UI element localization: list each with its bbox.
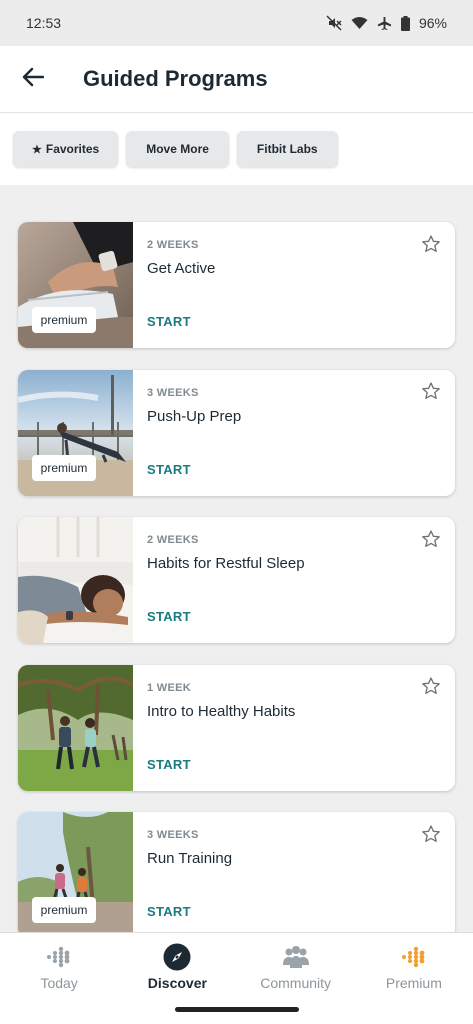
program-duration: 2 WEEKS: [147, 239, 199, 251]
community-icon: [281, 942, 311, 972]
start-button[interactable]: START: [147, 757, 191, 772]
compass-icon: [162, 942, 192, 972]
filter-chip-label: Fitbit Labs: [256, 142, 318, 156]
filter-chip-favorites[interactable]: ★ Favorites: [13, 131, 119, 167]
filter-chip-label: Move More: [146, 142, 209, 156]
premium-badge: premium: [32, 307, 96, 333]
program-image: [18, 664, 133, 791]
program-card-habits-for-restful-sleep[interactable]: 2 WEEKS Habits for Restful Sleep START: [18, 517, 455, 643]
airplane-icon: [377, 16, 392, 31]
arrow-back-icon: [22, 67, 45, 92]
favorite-toggle[interactable]: [419, 234, 443, 258]
filter-chip-move-more[interactable]: Move More: [126, 131, 229, 167]
favorite-toggle[interactable]: [419, 382, 443, 406]
program-name: Intro to Healthy Habits: [147, 702, 296, 720]
program-name: Get Active: [147, 260, 216, 277]
fitbit-dots-icon: [44, 942, 74, 972]
program-image: premium: [18, 222, 133, 348]
filter-chip-label: Favorites: [45, 142, 100, 156]
wifi-icon: [351, 16, 368, 30]
star-outline-icon: [421, 234, 441, 259]
favorite-toggle[interactable]: [419, 824, 443, 848]
app-header: Guided Programs: [0, 46, 473, 113]
program-name: Habits for Restful Sleep: [147, 555, 305, 572]
premium-badge: premium: [32, 454, 96, 481]
battery-percent: 96%: [418, 15, 447, 31]
back-button[interactable]: [0, 46, 66, 113]
start-button[interactable]: START: [147, 609, 191, 624]
program-name: Push-Up Prep: [147, 407, 242, 425]
start-button[interactable]: START: [147, 314, 191, 329]
mute-icon: [326, 15, 342, 31]
program-duration: 3 WEEKS: [147, 829, 199, 841]
star-icon: ★: [32, 143, 42, 156]
program-image: premium: [18, 369, 133, 496]
program-info: 3 WEEKS Push-Up Prep START: [133, 370, 455, 496]
program-info: 3 WEEKS Run Training START: [133, 812, 455, 938]
program-card-run-training[interactable]: premium 3 WEEKS Run Training START: [18, 812, 455, 938]
program-card-push-up-prep[interactable]: premium 3 WEEKS Push-Up Prep START: [18, 369, 455, 496]
program-list: premium 2 WEEKS Get Active START premium…: [18, 222, 455, 960]
page-title: Guided Programs: [83, 66, 268, 91]
program-info: 2 WEEKS Get Active START: [133, 222, 455, 348]
filter-chip-fitbit-labs[interactable]: Fitbit Labs: [236, 131, 338, 167]
filter-bar: ★ Favorites Move More Fitbit Labs: [0, 113, 473, 185]
premium-dots-icon: [399, 942, 429, 972]
star-outline-icon: [421, 529, 441, 554]
program-duration: 2 WEEKS: [147, 534, 199, 546]
program-duration: 1 WEEK: [147, 681, 191, 694]
battery-icon: [400, 15, 410, 31]
program-info: 2 WEEKS Habits for Restful Sleep START: [133, 517, 455, 643]
nav-label: Today: [40, 975, 78, 991]
status-time: 12:53: [26, 15, 62, 31]
program-image: premium: [18, 812, 133, 938]
program-card-get-active[interactable]: premium 2 WEEKS Get Active START: [18, 222, 455, 348]
status-bar: 12:53 96%: [0, 0, 473, 46]
premium-badge: premium: [32, 897, 96, 923]
favorite-toggle[interactable]: [419, 677, 443, 701]
favorite-toggle[interactable]: [419, 529, 443, 553]
start-button[interactable]: START: [147, 904, 191, 919]
program-image: [18, 517, 133, 643]
status-icons: 96%: [326, 15, 447, 31]
start-button[interactable]: START: [147, 462, 191, 477]
program-card-intro-to-healthy-habits[interactable]: 1 WEEK Intro to Healthy Habits START: [18, 664, 455, 791]
program-name: Run Training: [147, 850, 233, 867]
home-indicator[interactable]: [175, 1007, 299, 1012]
program-duration: 3 WEEKS: [147, 386, 199, 399]
star-outline-icon: [421, 676, 441, 701]
nav-label: Premium: [385, 975, 442, 991]
nav-label: Community: [260, 975, 332, 991]
star-outline-icon: [421, 824, 441, 849]
star-outline-icon: [421, 381, 441, 406]
nav-label: Discover: [147, 975, 207, 991]
nav-today[interactable]: Today: [0, 933, 118, 1024]
program-info: 1 WEEK Intro to Healthy Habits START: [133, 665, 455, 791]
nav-premium[interactable]: Premium: [355, 933, 473, 1024]
